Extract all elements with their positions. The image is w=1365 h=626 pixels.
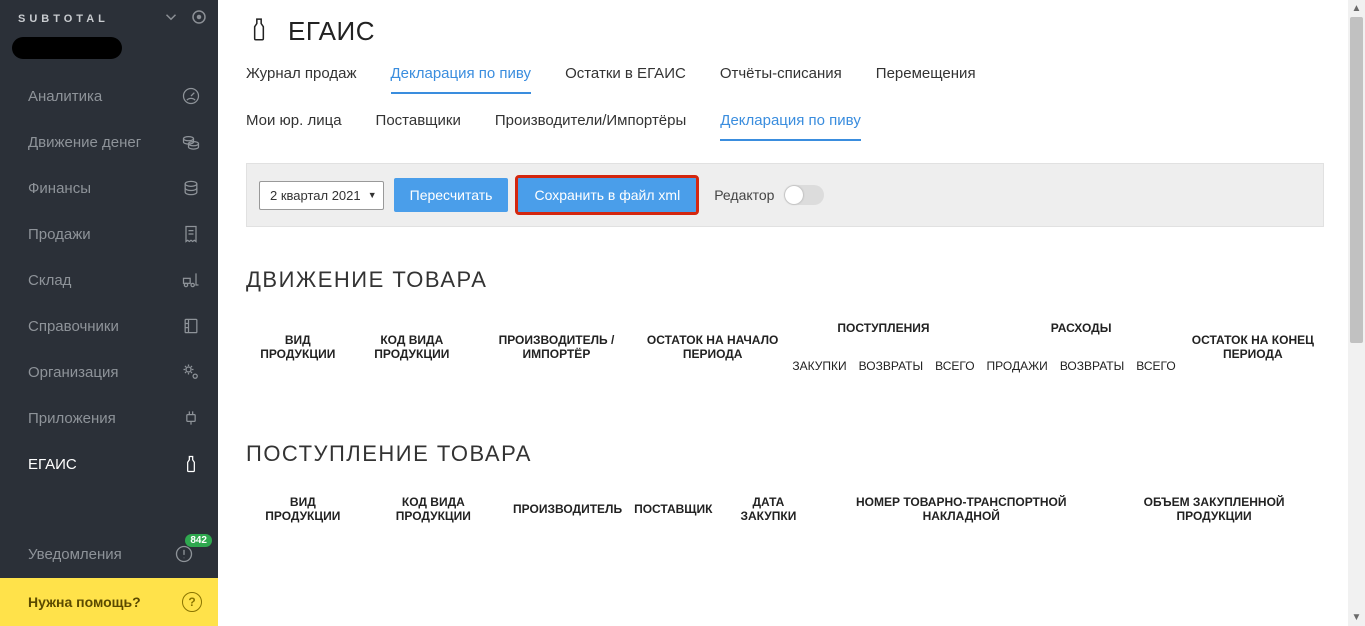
main: ЕГАИС Журнал продаж Декларация по пиву О… <box>218 0 1348 626</box>
receipt-header-row: ВИД ПРОДУКЦИИ КОД ВИДА ПРОДУКЦИИ ПРОИЗВО… <box>246 487 1324 531</box>
rcol-supplier: ПОСТАВЩИК <box>628 487 718 531</box>
page-title-row: ЕГАИС <box>246 16 1324 47</box>
editor-toggle[interactable] <box>784 185 824 205</box>
nav-label: Справочники <box>28 318 119 335</box>
receipt-icon <box>180 223 202 245</box>
forklift-icon <box>180 269 202 291</box>
nav-finance[interactable]: Финансы <box>0 165 218 211</box>
notif-badge: 842 <box>185 534 212 547</box>
redacted-org <box>12 37 122 59</box>
sub-total-out: ВСЕГО <box>1130 343 1181 381</box>
scroll-down-icon[interactable]: ▼ <box>1348 609 1365 626</box>
tab-transfers[interactable]: Перемещения <box>876 65 976 94</box>
nav-label: Продажи <box>28 226 91 243</box>
target-icon[interactable] <box>190 8 208 29</box>
col-product-type: ВИД ПРОДУКЦИИ <box>246 313 350 381</box>
nav-label: Склад <box>28 272 71 289</box>
dashboard-icon <box>180 85 202 107</box>
subtab-beer-declaration[interactable]: Декларация по пиву <box>720 112 861 141</box>
sub-returns-out: ВОЗВРАТЫ <box>1054 343 1130 381</box>
alert-icon: 842 <box>174 544 202 564</box>
col-expenses: РАСХОДЫ <box>981 313 1182 343</box>
tabs: Журнал продаж Декларация по пиву Остатки… <box>246 65 1324 94</box>
col-start-balance: ОСТАТОК НА НАЧАЛО ПЕРИОДА <box>639 313 787 381</box>
toggle-knob <box>785 186 803 204</box>
subtab-producers[interactable]: Производители/Импортёры <box>495 112 686 141</box>
toolbar: 2 квартал 2021 Пересчитать Сохранить в ф… <box>246 163 1324 227</box>
nav-label: Аналитика <box>28 88 102 105</box>
scrollbar[interactable]: ▲ ▼ <box>1348 0 1365 626</box>
subtab-my-entities[interactable]: Мои юр. лица <box>246 112 342 141</box>
page-title: ЕГАИС <box>288 16 375 47</box>
coins2-icon <box>180 177 202 199</box>
notif-label: Уведомления <box>28 546 122 563</box>
recalc-button[interactable]: Пересчитать <box>394 178 509 212</box>
rcol-waybill-number: НОМЕР ТОВАРНО-ТРАНСПОРТНОЙ НАКЛАДНОЙ <box>818 487 1104 531</box>
receipt-title: ПОСТУПЛЕНИЕ ТОВАРА <box>246 441 1324 467</box>
rcol-product-type: ВИД ПРОДУКЦИИ <box>246 487 360 531</box>
bottle-icon <box>180 453 202 475</box>
scroll-up-icon[interactable]: ▲ <box>1348 0 1365 17</box>
rcol-purchase-date: ДАТА ЗАКУПКИ <box>719 487 819 531</box>
period-dropdown[interactable]: 2 квартал 2021 <box>259 181 384 210</box>
sub-total-in: ВСЕГО <box>929 343 980 381</box>
sidebar-top-icons <box>162 8 208 29</box>
scroll-track[interactable] <box>1348 17 1365 609</box>
col-producer: ПРОИЗВОДИТЕЛЬ / ИМПОРТЁР <box>474 313 639 381</box>
nav-label: Приложения <box>28 410 116 427</box>
rcol-producer: ПРОИЗВОДИТЕЛЬ <box>507 487 628 531</box>
nav-label: Финансы <box>28 180 91 197</box>
sub-sales: ПРОДАЖИ <box>981 343 1054 381</box>
nav-analytics[interactable]: Аналитика <box>0 73 218 119</box>
sub-purchases: ЗАКУПКИ <box>786 343 852 381</box>
subtabs: Мои юр. лица Поставщики Производители/Им… <box>246 112 1324 141</box>
nav-label: Движение денег <box>28 134 141 151</box>
sub-returns-in: ВОЗВРАТЫ <box>853 343 929 381</box>
coins-icon <box>180 131 202 153</box>
plug-icon <box>180 407 202 429</box>
tab-writeoff-reports[interactable]: Отчёты-списания <box>720 65 842 94</box>
col-end-balance: ОСТАТОК НА КОНЕЦ ПЕРИОДА <box>1182 313 1324 381</box>
nav-label: Организация <box>28 364 118 381</box>
main-wrap: ЕГАИС Журнал продаж Декларация по пиву О… <box>218 0 1365 626</box>
nav: Аналитика Движение денег Финансы Продажи… <box>0 65 218 530</box>
help-bar[interactable]: Нужна помощь? ? <box>0 578 218 626</box>
subtab-suppliers[interactable]: Поставщики <box>376 112 461 141</box>
movement-title: ДВИЖЕНИЕ ТОВАРА <box>246 267 1324 293</box>
save-xml-button[interactable]: Сохранить в файл xml <box>518 178 696 212</box>
receipt-table: ВИД ПРОДУКЦИИ КОД ВИДА ПРОДУКЦИИ ПРОИЗВО… <box>246 487 1324 531</box>
col-product-code: КОД ВИДА ПРОДУКЦИИ <box>350 313 474 381</box>
editor-label: Редактор <box>714 187 774 203</box>
brand: SUBTOTAL <box>18 13 109 25</box>
nav-organization[interactable]: Организация <box>0 349 218 395</box>
gear-icon <box>180 361 202 383</box>
tab-sales-journal[interactable]: Журнал продаж <box>246 65 357 94</box>
chevron-down-icon[interactable] <box>162 8 180 29</box>
bottle-icon <box>246 17 272 46</box>
rcol-product-code: КОД ВИДА ПРОДУКЦИИ <box>360 487 507 531</box>
sidebar-header: SUBTOTAL <box>0 0 218 35</box>
nav-warehouse[interactable]: Склад <box>0 257 218 303</box>
nav-notifications[interactable]: Уведомления 842 <box>0 530 218 578</box>
help-label: Нужна помощь? <box>28 594 141 610</box>
sidebar: SUBTOTAL Аналитика Движение денег Финанс… <box>0 0 218 626</box>
scroll-thumb[interactable] <box>1350 17 1363 343</box>
tab-egais-balances[interactable]: Остатки в ЕГАИС <box>565 65 686 94</box>
nav-directories[interactable]: Справочники <box>0 303 218 349</box>
movement-table: ВИД ПРОДУКЦИИ КОД ВИДА ПРОДУКЦИИ ПРОИЗВО… <box>246 313 1324 381</box>
tab-beer-declaration[interactable]: Декларация по пиву <box>391 65 532 94</box>
movement-header-row: ВИД ПРОДУКЦИИ КОД ВИДА ПРОДУКЦИИ ПРОИЗВО… <box>246 313 1324 343</box>
rcol-volume: ОБЪЕМ ЗАКУПЛЕННОЙ ПРОДУКЦИИ <box>1104 487 1324 531</box>
book-icon <box>180 315 202 337</box>
nav-egais[interactable]: ЕГАИС <box>0 441 218 487</box>
nav-apps[interactable]: Приложения <box>0 395 218 441</box>
help-icon: ? <box>182 592 202 612</box>
col-receipts: ПОСТУПЛЕНИЯ <box>786 313 980 343</box>
nav-money-flow[interactable]: Движение денег <box>0 119 218 165</box>
nav-label: ЕГАИС <box>28 456 77 473</box>
nav-sales[interactable]: Продажи <box>0 211 218 257</box>
